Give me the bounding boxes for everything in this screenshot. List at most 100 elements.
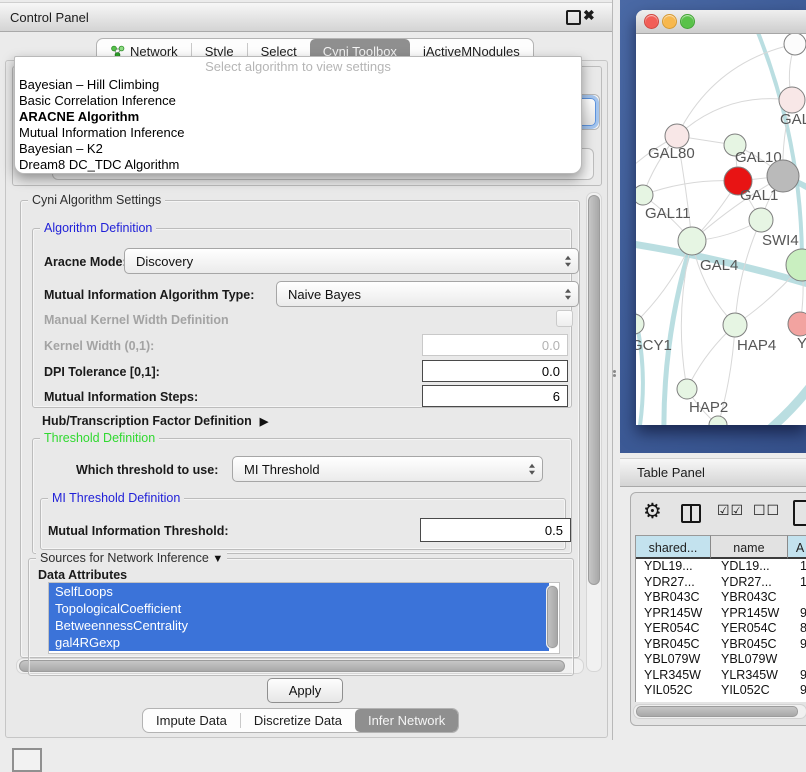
- dropdown-option[interactable]: Dream8 DC_TDC Algorithm: [15, 157, 581, 173]
- tab-discretize-data[interactable]: Discretize Data: [241, 709, 355, 732]
- dropdown-option[interactable]: Basic Correlation Inference: [15, 93, 581, 109]
- network-canvas[interactable]: GALGAL80GAL10GAL11GAL1GAL4SWI4GCY1HAP4YH…: [636, 34, 806, 425]
- dpi-tolerance-field[interactable]: 0.0: [422, 360, 568, 382]
- table-cell[interactable]: 12: [792, 575, 806, 591]
- table-cell[interactable]: YLR345W: [636, 668, 713, 684]
- mi-steps-field[interactable]: 6: [422, 385, 568, 407]
- network-node-hap4[interactable]: [723, 313, 747, 337]
- scrollbar-thumb[interactable]: [547, 586, 558, 648]
- table-cell[interactable]: YDL19...: [713, 559, 792, 575]
- tab-impute-data[interactable]: Impute Data: [143, 709, 240, 732]
- algorithm-definition-label: Algorithm Definition: [40, 221, 156, 235]
- network-edge[interactable]: [681, 241, 692, 389]
- mi-threshold-field[interactable]: 0.5: [420, 518, 571, 542]
- network-node[interactable]: [709, 416, 727, 425]
- network-node-gal[interactable]: [779, 87, 805, 113]
- dropdown-option[interactable]: Mutual Information Inference: [15, 125, 581, 141]
- column-header-name[interactable]: name: [711, 535, 788, 559]
- network-window[interactable]: GALGAL80GAL10GAL11GAL1GAL4SWI4GCY1HAP4YH…: [636, 10, 806, 425]
- table-row[interactable]: YBL079WYBL079W: [636, 652, 806, 668]
- which-threshold-combobox[interactable]: MI Threshold: [232, 456, 543, 482]
- network-node-gal11[interactable]: [636, 185, 653, 205]
- dropdown-option[interactable]: Bayesian – K2: [15, 141, 581, 157]
- column-header-third[interactable]: A: [788, 535, 806, 559]
- dropdown-option-selected[interactable]: ARACNE Algorithm: [15, 109, 581, 125]
- network-edge[interactable]: [724, 352, 806, 425]
- tab-infer-network[interactable]: Infer Network: [355, 709, 458, 732]
- manual-kernel-checkbox[interactable]: [556, 310, 573, 327]
- table-cell[interactable]: YLR345W: [713, 668, 792, 684]
- table-row[interactable]: YBR043CYBR043C: [636, 590, 806, 606]
- panel-splitter-handle[interactable]: [613, 369, 618, 378]
- table-cell[interactable]: YBR043C: [713, 590, 792, 606]
- export-table-icon[interactable]: [793, 500, 806, 526]
- aracne-mode-combobox[interactable]: Discovery: [124, 248, 579, 274]
- table-cell[interactable]: YBR043C: [636, 590, 713, 606]
- network-node-gal4[interactable]: [678, 227, 706, 255]
- network-node-gcy1[interactable]: [636, 314, 644, 334]
- attribute-item-selected[interactable]: SelfLoops: [49, 583, 549, 600]
- apply-button[interactable]: Apply: [267, 678, 343, 703]
- table-cell[interactable]: [792, 652, 806, 668]
- dropdown-option[interactable]: Bayesian – Hill Climbing: [15, 77, 581, 93]
- table-cell[interactable]: 9.: [792, 637, 806, 653]
- table-row[interactable]: YDL19...YDL19...13: [636, 559, 806, 575]
- table-cell[interactable]: 9.: [792, 606, 806, 622]
- table-row[interactable]: YBR045CYBR045C9.: [636, 637, 806, 653]
- table-cell[interactable]: YER054C: [713, 621, 792, 637]
- collapse-arrow-icon[interactable]: ▼: [212, 553, 223, 565]
- columns-icon[interactable]: [681, 504, 701, 523]
- network-node[interactable]: [784, 34, 806, 55]
- table-cell[interactable]: YBR045C: [713, 637, 792, 653]
- data-attributes-list[interactable]: SelfLoops TopologicalCoefficient Between…: [48, 582, 560, 654]
- table-cell[interactable]: YBL079W: [636, 652, 713, 668]
- network-edge[interactable]: [677, 99, 792, 136]
- zoom-window-icon[interactable]: [680, 14, 695, 29]
- mi-type-combobox[interactable]: Naive Bayes: [276, 281, 579, 307]
- table-cell[interactable]: YPR145W: [713, 606, 792, 622]
- table-row[interactable]: YIL052CYIL052C9: [636, 683, 806, 699]
- network-window-titlebar[interactable]: [636, 10, 806, 34]
- network-node-gal1[interactable]: [749, 208, 773, 232]
- attribute-item-selected[interactable]: gal4RGexp: [49, 634, 549, 651]
- attribute-item-selected[interactable]: TopologicalCoefficient: [49, 600, 549, 617]
- scrollbar-thumb[interactable]: [588, 195, 600, 585]
- table-cell[interactable]: YBL079W: [713, 652, 792, 668]
- table-row[interactable]: YER054CYER054C8.: [636, 621, 806, 637]
- close-icon[interactable]: ✖: [583, 7, 595, 24]
- table-cell[interactable]: YBR045C: [636, 637, 713, 653]
- table-cell[interactable]: YDR27...: [713, 575, 792, 591]
- select-all-icon[interactable]: ☑☑: [717, 502, 744, 519]
- table-cell[interactable]: 9.: [792, 668, 806, 684]
- table-cell[interactable]: 9: [792, 683, 806, 699]
- table-cell[interactable]: 8.: [792, 621, 806, 637]
- close-window-icon[interactable]: [644, 14, 659, 29]
- network-node-hap2[interactable]: [677, 379, 697, 399]
- table-cell[interactable]: YPR145W: [636, 606, 713, 622]
- kernel-width-field[interactable]: 0.0: [422, 334, 568, 356]
- minimize-window-icon[interactable]: [662, 14, 677, 29]
- attribute-item-selected[interactable]: BetweennessCentrality: [49, 617, 549, 634]
- hub-definition-section[interactable]: Hub/Transcription Factor Definition ▶: [42, 414, 268, 428]
- gear-icon[interactable]: ⚙: [643, 499, 662, 524]
- expand-arrow-icon[interactable]: ▶: [260, 415, 268, 428]
- deselect-all-icon[interactable]: ☐☐: [753, 502, 780, 519]
- table-cell[interactable]: 13: [792, 559, 806, 575]
- float-window-icon[interactable]: [566, 10, 581, 25]
- table-cell[interactable]: YIL052C: [636, 683, 713, 699]
- table-row[interactable]: YPR145WYPR145W9.: [636, 606, 806, 622]
- network-node-y[interactable]: [788, 312, 806, 336]
- floating-grip-icon[interactable]: [12, 748, 42, 772]
- table-row[interactable]: YDR27...YDR27...12: [636, 575, 806, 591]
- scrollbar-thumb[interactable]: [636, 706, 798, 717]
- table-horizontal-scrollbar[interactable]: [633, 704, 806, 719]
- table-cell[interactable]: YER054C: [636, 621, 713, 637]
- table-row[interactable]: YLR345WYLR345W9.: [636, 668, 806, 684]
- table-cell[interactable]: YIL052C: [713, 683, 792, 699]
- table-cell[interactable]: YDL19...: [636, 559, 713, 575]
- column-header-shared[interactable]: shared...: [636, 535, 711, 559]
- table-cell[interactable]: [792, 590, 806, 606]
- table-cell[interactable]: YDR27...: [636, 575, 713, 591]
- list-scrollbar[interactable]: [546, 585, 557, 649]
- settings-vertical-scrollbar[interactable]: [586, 192, 602, 672]
